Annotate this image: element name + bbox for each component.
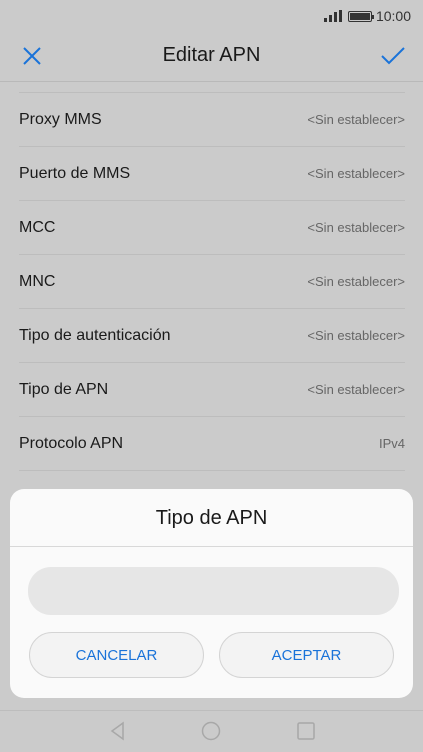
setting-value: <Sin establecer>	[307, 166, 405, 181]
apn-type-dialog: Tipo de APN CANCELAR ACEPTAR	[10, 489, 413, 698]
setting-label: Tipo de autenticación	[19, 326, 171, 344]
signal-icon	[323, 10, 342, 22]
page-title: Editar APN	[162, 44, 261, 66]
setting-label: Protocolo APN	[19, 434, 124, 452]
cancel-button[interactable]: CANCELAR	[29, 632, 204, 678]
dialog-title: Tipo de APN	[155, 507, 268, 529]
dialog-divider	[10, 546, 413, 547]
setting-value: <Sin establecer>	[307, 328, 405, 343]
setting-row-tipo-apn[interactable]: Tipo de APN <Sin establecer>	[19, 363, 405, 417]
setting-label: Proxy MMS	[19, 110, 102, 128]
list-divider	[19, 82, 405, 93]
setting-value: <Sin establecer>	[307, 274, 405, 289]
setting-row-mnc[interactable]: MNC <Sin establecer>	[19, 255, 405, 309]
home-circle-icon[interactable]	[201, 721, 221, 741]
back-triangle-icon[interactable]	[108, 721, 128, 741]
recent-square-icon[interactable]	[296, 721, 316, 741]
apn-type-input[interactable]	[28, 567, 399, 615]
setting-value: <Sin establecer>	[307, 382, 405, 397]
setting-value: <Sin establecer>	[307, 112, 405, 127]
setting-row-puerto-mms[interactable]: Puerto de MMS <Sin establecer>	[19, 147, 405, 201]
setting-row-tipo-autenticacion[interactable]: Tipo de autenticación <Sin establecer>	[19, 309, 405, 363]
check-icon[interactable]	[379, 44, 407, 68]
status-bar: 10:00	[0, 0, 423, 32]
setting-label: MCC	[19, 218, 56, 236]
setting-label: Tipo de APN	[19, 380, 109, 398]
battery-icon	[347, 10, 374, 22]
setting-row-mcc[interactable]: MCC <Sin establecer>	[19, 201, 405, 255]
accept-button[interactable]: ACEPTAR	[219, 632, 394, 678]
setting-value: IPv4	[378, 436, 405, 451]
status-time: 10:00	[375, 8, 411, 24]
apn-settings-list: Proxy MMS <Sin establecer> Puerto de MMS…	[19, 82, 405, 471]
setting-row-proxy-mms[interactable]: Proxy MMS <Sin establecer>	[19, 93, 405, 147]
top-app-bar: Editar APN	[0, 32, 423, 82]
setting-label: MNC	[19, 272, 56, 290]
setting-row-protocolo-apn[interactable]: Protocolo APN IPv4	[19, 417, 405, 471]
navigation-bar	[0, 710, 423, 752]
setting-label: Puerto de MMS	[19, 164, 131, 182]
setting-value: <Sin establecer>	[307, 220, 405, 235]
